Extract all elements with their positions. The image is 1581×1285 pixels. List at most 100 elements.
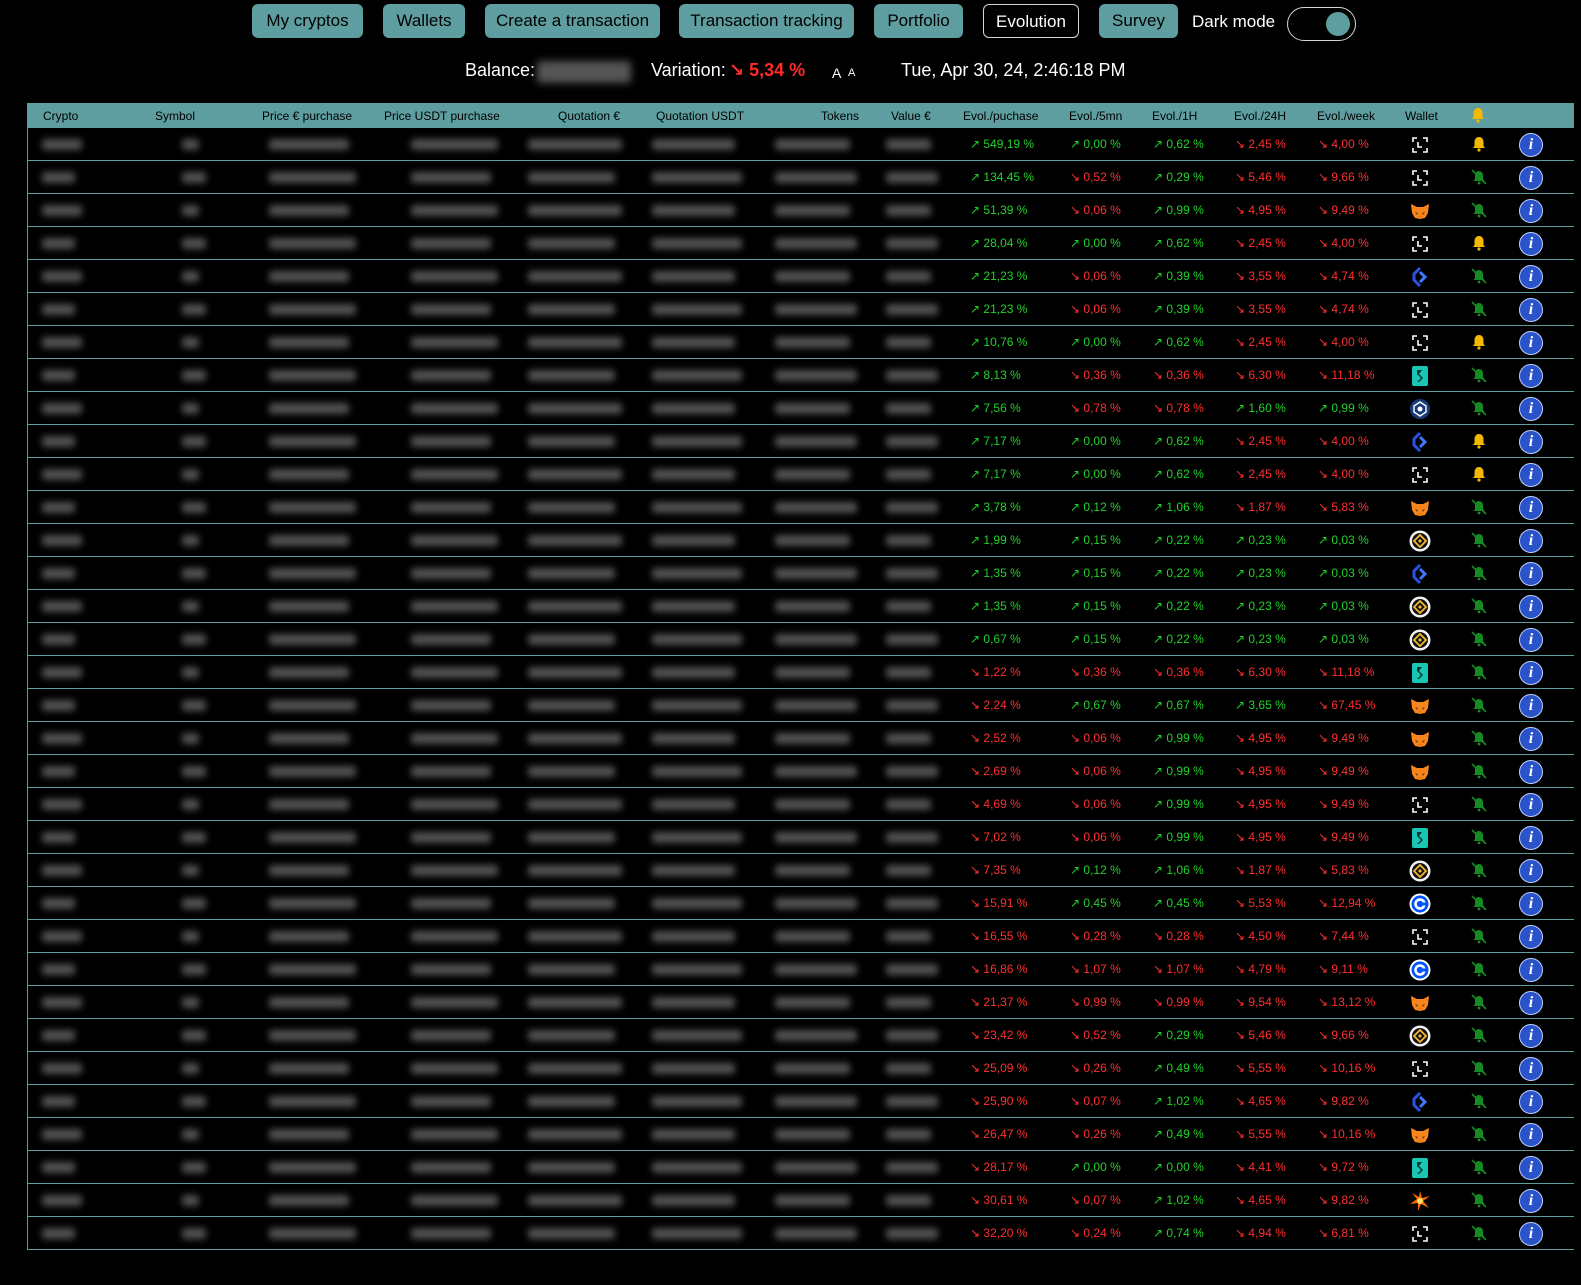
info-button[interactable]: i — [1519, 562, 1543, 586]
info-button[interactable]: i — [1519, 859, 1543, 883]
info-button[interactable]: i — [1519, 199, 1543, 223]
info-button[interactable]: i — [1519, 826, 1543, 850]
info-button[interactable]: i — [1519, 925, 1543, 949]
info-button[interactable]: i — [1519, 1156, 1543, 1180]
bell-on-icon[interactable] — [1470, 234, 1488, 252]
bell-off-icon[interactable] — [1470, 1026, 1488, 1044]
info-button[interactable]: i — [1519, 529, 1543, 553]
bell-off-icon[interactable] — [1470, 1224, 1488, 1242]
bell-off-icon[interactable] — [1470, 696, 1488, 714]
bell-off-icon[interactable] — [1470, 927, 1488, 945]
bell-off-icon[interactable] — [1470, 894, 1488, 912]
info-button[interactable]: i — [1519, 793, 1543, 817]
bell-off-icon[interactable] — [1470, 1059, 1488, 1077]
column-header-value[interactable]: Value € — [891, 109, 931, 123]
column-header-evol-week[interactable]: Evol./week — [1317, 109, 1375, 123]
info-button[interactable]: i — [1519, 1090, 1543, 1114]
bell-on-icon[interactable] — [1470, 432, 1488, 450]
info-button[interactable]: i — [1519, 496, 1543, 520]
info-button[interactable]: i — [1519, 331, 1543, 355]
kucoin-icon — [1412, 1091, 1428, 1113]
info-button[interactable]: i — [1519, 1123, 1543, 1147]
nav-button-portfolio[interactable]: Portfolio — [874, 4, 963, 38]
bell-off-icon[interactable] — [1470, 762, 1488, 780]
info-button[interactable]: i — [1519, 760, 1543, 784]
bell-off-icon[interactable] — [1470, 267, 1488, 285]
decrease-font-button[interactable]: A — [848, 67, 855, 79]
evolution-value: ↘ 6,30 % — [1235, 368, 1286, 382]
bell-off-icon[interactable] — [1470, 531, 1488, 549]
info-button[interactable]: i — [1519, 661, 1543, 685]
bell-off-icon[interactable] — [1470, 960, 1488, 978]
blurred-cell — [42, 1162, 75, 1173]
blurred-cell — [269, 667, 349, 678]
column-header-price-usdt-purchase[interactable]: Price USDT purchase — [384, 109, 500, 123]
info-button[interactable]: i — [1519, 133, 1543, 157]
info-button[interactable]: i — [1519, 232, 1543, 256]
bell-on-icon[interactable] — [1470, 135, 1488, 153]
info-button[interactable]: i — [1519, 892, 1543, 916]
info-button[interactable]: i — [1519, 1189, 1543, 1213]
info-button[interactable]: i — [1519, 1057, 1543, 1081]
column-header-evol-puchase[interactable]: Evol./puchase — [963, 109, 1038, 123]
column-header-evol-1h[interactable]: Evol./1H — [1152, 109, 1197, 123]
info-button[interactable]: i — [1519, 166, 1543, 190]
info-button[interactable]: i — [1519, 694, 1543, 718]
nav-button-my-cryptos[interactable]: My cryptos — [252, 4, 363, 38]
nav-button-evolution[interactable]: Evolution — [983, 4, 1079, 38]
bell-off-icon[interactable] — [1470, 201, 1488, 219]
bell-on-icon[interactable] — [1470, 465, 1488, 483]
column-header-symbol[interactable]: Symbol — [155, 109, 195, 123]
bell-off-icon[interactable] — [1470, 993, 1488, 1011]
bell-off-icon[interactable] — [1470, 168, 1488, 186]
bell-off-icon[interactable] — [1470, 663, 1488, 681]
bell-off-icon[interactable] — [1470, 564, 1488, 582]
info-button[interactable]: i — [1519, 430, 1543, 454]
info-button[interactable]: i — [1519, 1024, 1543, 1048]
bell-off-icon[interactable] — [1470, 1092, 1488, 1110]
bell-on-icon[interactable] — [1470, 333, 1488, 351]
info-button[interactable]: i — [1519, 463, 1543, 487]
info-button[interactable]: i — [1519, 364, 1543, 388]
info-button[interactable]: i — [1519, 1222, 1543, 1246]
nav-button-wallets[interactable]: Wallets — [383, 4, 465, 38]
bell-off-icon[interactable] — [1470, 399, 1488, 417]
column-header-crypto[interactable]: Crypto — [43, 109, 78, 123]
column-header-quotation-usdt[interactable]: Quotation USDT — [656, 109, 744, 123]
bell-off-icon[interactable] — [1470, 861, 1488, 879]
bell-off-icon[interactable] — [1470, 828, 1488, 846]
info-button[interactable]: i — [1519, 397, 1543, 421]
blurred-cell — [775, 1030, 857, 1041]
column-header-tokens[interactable]: Tokens — [821, 109, 859, 123]
bell-off-icon[interactable] — [1470, 1125, 1488, 1143]
info-button[interactable]: i — [1519, 991, 1543, 1015]
nav-button-transaction-tracking[interactable]: Transaction tracking — [679, 4, 854, 38]
bell-off-icon[interactable] — [1470, 1191, 1488, 1209]
column-header-wallet[interactable]: Wallet — [1405, 109, 1438, 123]
bell-off-icon[interactable] — [1470, 597, 1488, 615]
info-button[interactable]: i — [1519, 958, 1543, 982]
bell-off-icon[interactable] — [1470, 498, 1488, 516]
blurred-cell — [528, 733, 622, 744]
nav-button-survey[interactable]: Survey — [1099, 4, 1178, 38]
bell-off-icon[interactable] — [1470, 1158, 1488, 1176]
bell-off-icon[interactable] — [1470, 729, 1488, 747]
blurred-cell — [269, 766, 356, 777]
bell-off-icon[interactable] — [1470, 366, 1488, 384]
nav-button-create-a-transaction[interactable]: Create a transaction — [485, 4, 660, 38]
bell-off-icon[interactable] — [1470, 795, 1488, 813]
dark-mode-toggle[interactable] — [1287, 7, 1356, 41]
blurred-cell — [411, 205, 498, 216]
column-header-evol-24h[interactable]: Evol./24H — [1234, 109, 1286, 123]
info-button[interactable]: i — [1519, 595, 1543, 619]
bell-off-icon[interactable] — [1470, 300, 1488, 318]
column-header-price-purchase[interactable]: Price € purchase — [262, 109, 352, 123]
info-button[interactable]: i — [1519, 265, 1543, 289]
info-button[interactable]: i — [1519, 727, 1543, 751]
column-header-quotation[interactable]: Quotation € — [558, 109, 620, 123]
info-button[interactable]: i — [1519, 298, 1543, 322]
bell-off-icon[interactable] — [1470, 630, 1488, 648]
info-button[interactable]: i — [1519, 628, 1543, 652]
increase-font-button[interactable]: A — [832, 65, 841, 81]
column-header-evol-5mn[interactable]: Evol./5mn — [1069, 109, 1122, 123]
